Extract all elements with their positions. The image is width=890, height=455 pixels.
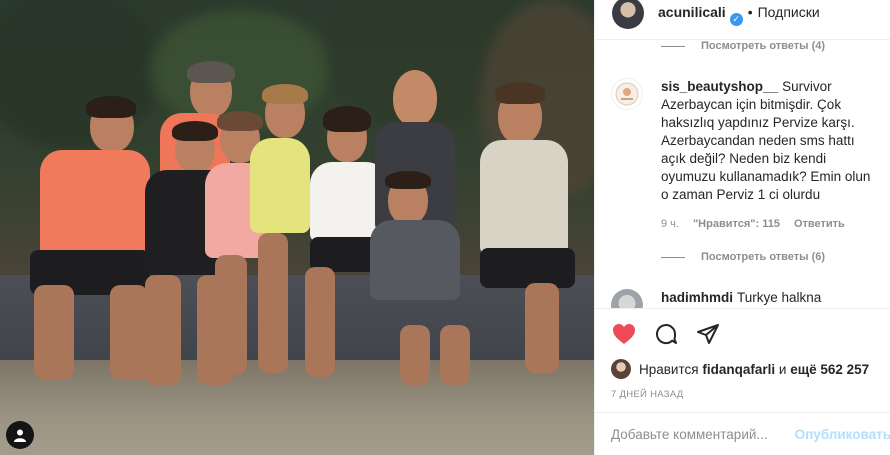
like-button[interactable] <box>611 321 637 347</box>
replies-divider-line <box>661 256 685 258</box>
likes-prefix: Нравится <box>639 361 699 377</box>
commenter-avatar[interactable] <box>611 78 643 110</box>
shop-logo-icon <box>615 82 639 106</box>
share-icon <box>697 324 719 344</box>
author-avatar[interactable] <box>612 0 644 29</box>
photo-ground <box>0 360 594 455</box>
commenter-avatar[interactable] <box>611 289 643 308</box>
comment-text: Survivor Azerbaycan için bitmişdir. Çok … <box>661 79 871 202</box>
post-header: acunilicali ✓ • Подписки <box>595 0 890 40</box>
post-photo[interactable] <box>0 0 594 455</box>
liker-avatar[interactable] <box>611 359 631 379</box>
comment-icon <box>656 324 677 345</box>
share-button[interactable] <box>695 321 721 347</box>
heart-icon <box>613 324 635 344</box>
liker-username[interactable]: fidanqafarli <box>702 362 775 377</box>
likes-summary: Нравится fidanqafarli и ещё 562 257 <box>611 359 869 379</box>
comment-item: sis_beautyshop__ Survivor Azerbaycan için… <box>611 78 883 248</box>
comment-input[interactable] <box>611 426 795 442</box>
action-icons <box>611 321 721 347</box>
comment-time[interactable]: 9 ч. <box>661 218 679 230</box>
commenter-username[interactable]: sis_beautyshop__ <box>661 79 778 94</box>
comments-list[interactable]: Посмотреть ответы (4) sis_beautyshop__ Su… <box>595 40 890 308</box>
likes-and: и <box>778 361 787 377</box>
comment-likes-count[interactable]: "Нравится": 115 <box>693 218 780 230</box>
comment-body: sis_beautyshop__ Survivor Azerbaycan için… <box>661 78 881 204</box>
comment-meta: 9 ч. "Нравится": 115 Ответить <box>661 218 845 230</box>
comment-text: Turkye halkna <box>737 290 822 305</box>
post-date[interactable]: 7 ДНЕЙ НАЗАД <box>611 389 684 400</box>
photo-background-foliage <box>0 0 160 150</box>
header-separator: • <box>747 3 753 20</box>
comment-body: hadimhmdi Turkye halkna <box>661 289 881 307</box>
post-actions: Нравится fidanqafarli и ещё 562 257 7 ДН… <box>595 308 890 412</box>
user-icon <box>14 429 26 442</box>
view-replies-button[interactable]: Посмотреть ответы (4) <box>661 40 825 52</box>
following-button[interactable]: Подписки <box>758 4 820 20</box>
replies-divider-line <box>661 45 685 47</box>
view-replies-label: Посмотреть ответы (6) <box>701 251 826 263</box>
commenter-username[interactable]: hadimhmdi <box>661 290 733 305</box>
post-side-panel: acunilicali ✓ • Подписки Посмотреть отве… <box>594 0 890 455</box>
comment-item: hadimhmdi Turkye halkna <box>611 289 883 308</box>
view-replies-label: Посмотреть ответы (4) <box>701 40 826 52</box>
verified-badge-icon: ✓ <box>729 13 743 26</box>
reply-button[interactable]: Ответить <box>794 218 845 230</box>
publish-button[interactable]: Опубликовать <box>795 427 890 442</box>
view-replies-button[interactable]: Посмотреть ответы (6) <box>661 251 825 263</box>
author-username[interactable]: acunilicali <box>658 4 726 20</box>
add-comment-bar: Опубликовать <box>595 412 890 455</box>
tagged-users-button[interactable] <box>6 421 34 449</box>
likes-count-button[interactable]: ещё 562 257 <box>790 362 869 377</box>
comment-button[interactable] <box>653 321 679 347</box>
